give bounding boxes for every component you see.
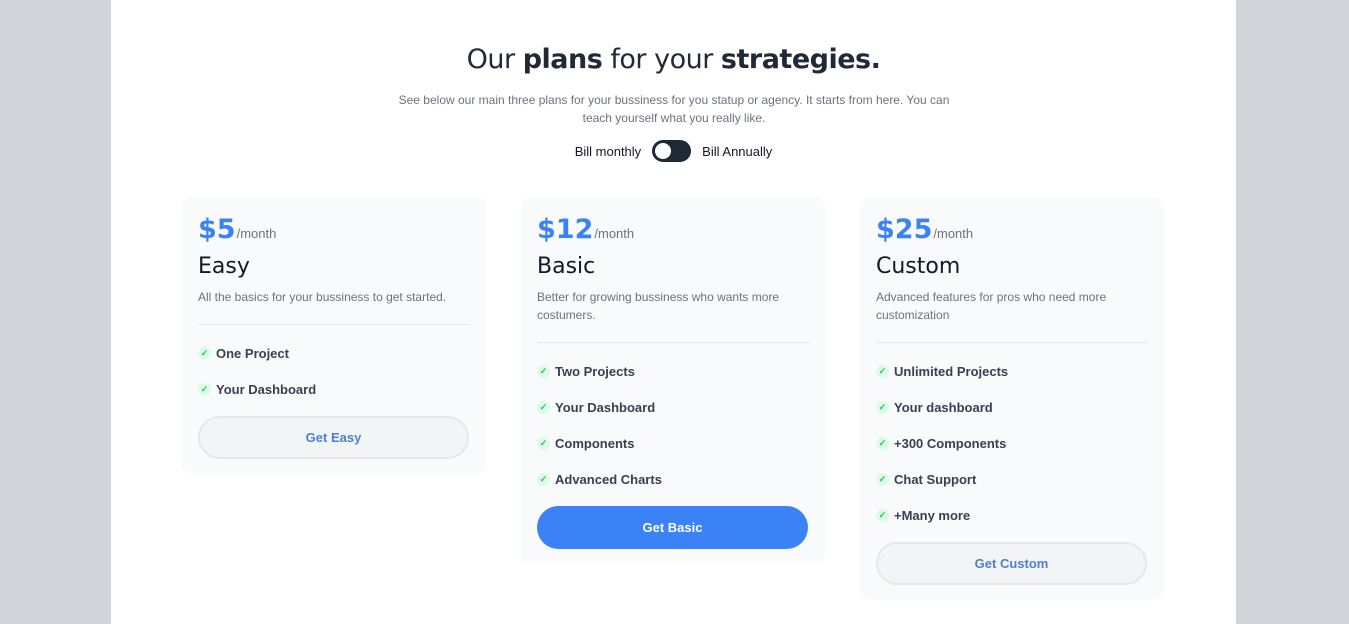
plan-card-easy: $5/month Easy All the basics for your bu… <box>182 198 486 473</box>
check-icon: ✓ <box>876 509 889 522</box>
feature-item: ✓ +300 Components <box>876 436 1006 451</box>
feature-label: Unlimited Projects <box>894 364 1009 379</box>
plan-name: Custom <box>876 254 961 279</box>
pricing-page: Our plans for your strategies. See below… <box>111 0 1236 624</box>
plan-description: Advanced features for pros who need more… <box>876 290 1107 322</box>
divider <box>876 342 1148 343</box>
page-title: Our plans for your strategies. <box>111 44 1236 75</box>
check-icon: ✓ <box>876 437 889 450</box>
title-part: for your <box>602 44 721 75</box>
check-icon: ✓ <box>876 401 889 414</box>
divider <box>198 324 470 325</box>
title-emphasis: strategies. <box>720 44 881 75</box>
get-basic-button[interactable]: Get Basic <box>537 506 808 549</box>
page-subtitle: See below our main three plans for your … <box>398 93 950 125</box>
feature-label: Advanced Charts <box>555 472 662 487</box>
title-part: Our <box>466 44 523 75</box>
check-icon: ✓ <box>537 437 550 450</box>
feature-label: Components <box>555 436 635 451</box>
plan-description: All the basics for your bussiness to get… <box>198 290 447 304</box>
plan-price: $5/month <box>198 214 276 245</box>
plan-card-basic: $12/month Basic Better for growing bussi… <box>521 198 825 563</box>
feature-label: Your dashboard <box>894 400 993 415</box>
price-period: /month <box>933 226 974 241</box>
feature-label: +300 Components <box>894 436 1007 451</box>
price-amount: $5 <box>198 214 236 245</box>
feature-item: ✓ Advanced Charts <box>537 472 662 487</box>
title-emphasis: plans <box>522 44 603 75</box>
divider <box>537 342 809 343</box>
plan-name: Basic <box>537 254 596 279</box>
plan-card-custom: $25/month Custom Advanced features for p… <box>860 198 1164 599</box>
plan-name: Easy <box>198 254 250 279</box>
feature-label: +Many more <box>894 508 971 523</box>
feature-item: ✓ Your Dashboard <box>198 382 316 397</box>
feature-item: ✓ Your Dashboard <box>537 400 655 415</box>
plan-price: $25/month <box>876 214 973 245</box>
feature-item: ✓ Your dashboard <box>876 400 993 415</box>
check-icon: ✓ <box>537 365 550 378</box>
feature-label: Your Dashboard <box>555 400 656 415</box>
plan-description: Better for growing bussiness who wants m… <box>537 290 780 322</box>
get-easy-button[interactable]: Get Easy <box>198 416 469 459</box>
feature-item: ✓ Two Projects <box>537 364 635 379</box>
feature-label: Chat Support <box>894 472 977 487</box>
check-icon: ✓ <box>198 347 211 360</box>
get-custom-button[interactable]: Get Custom <box>876 542 1147 585</box>
feature-label: One Project <box>216 346 289 361</box>
feature-item: ✓ Components <box>537 436 634 451</box>
check-icon: ✓ <box>537 473 550 486</box>
feature-item: ✓ Chat Support <box>876 472 976 487</box>
billing-toggle[interactable] <box>652 140 692 162</box>
bill-monthly-label[interactable]: Bill monthly <box>575 144 641 159</box>
price-period: /month <box>236 226 277 241</box>
feature-label: Two Projects <box>555 364 635 379</box>
feature-item: ✓ Unlimited Projects <box>876 364 1008 379</box>
price-period: /month <box>594 226 635 241</box>
price-amount: $12 <box>537 214 594 245</box>
feature-item: ✓ One Project <box>198 346 289 361</box>
bill-annually-label[interactable]: Bill Annually <box>702 144 772 159</box>
check-icon: ✓ <box>537 401 550 414</box>
toggle-knob <box>655 143 672 159</box>
check-icon: ✓ <box>198 383 211 396</box>
billing-toggle-row: Bill monthly Bill Annually <box>111 140 1236 162</box>
check-icon: ✓ <box>876 365 889 378</box>
price-amount: $25 <box>876 214 933 245</box>
feature-item: ✓ +Many more <box>876 508 970 523</box>
feature-label: Your Dashboard <box>216 382 317 397</box>
plan-price: $12/month <box>537 214 634 245</box>
check-icon: ✓ <box>876 473 889 486</box>
